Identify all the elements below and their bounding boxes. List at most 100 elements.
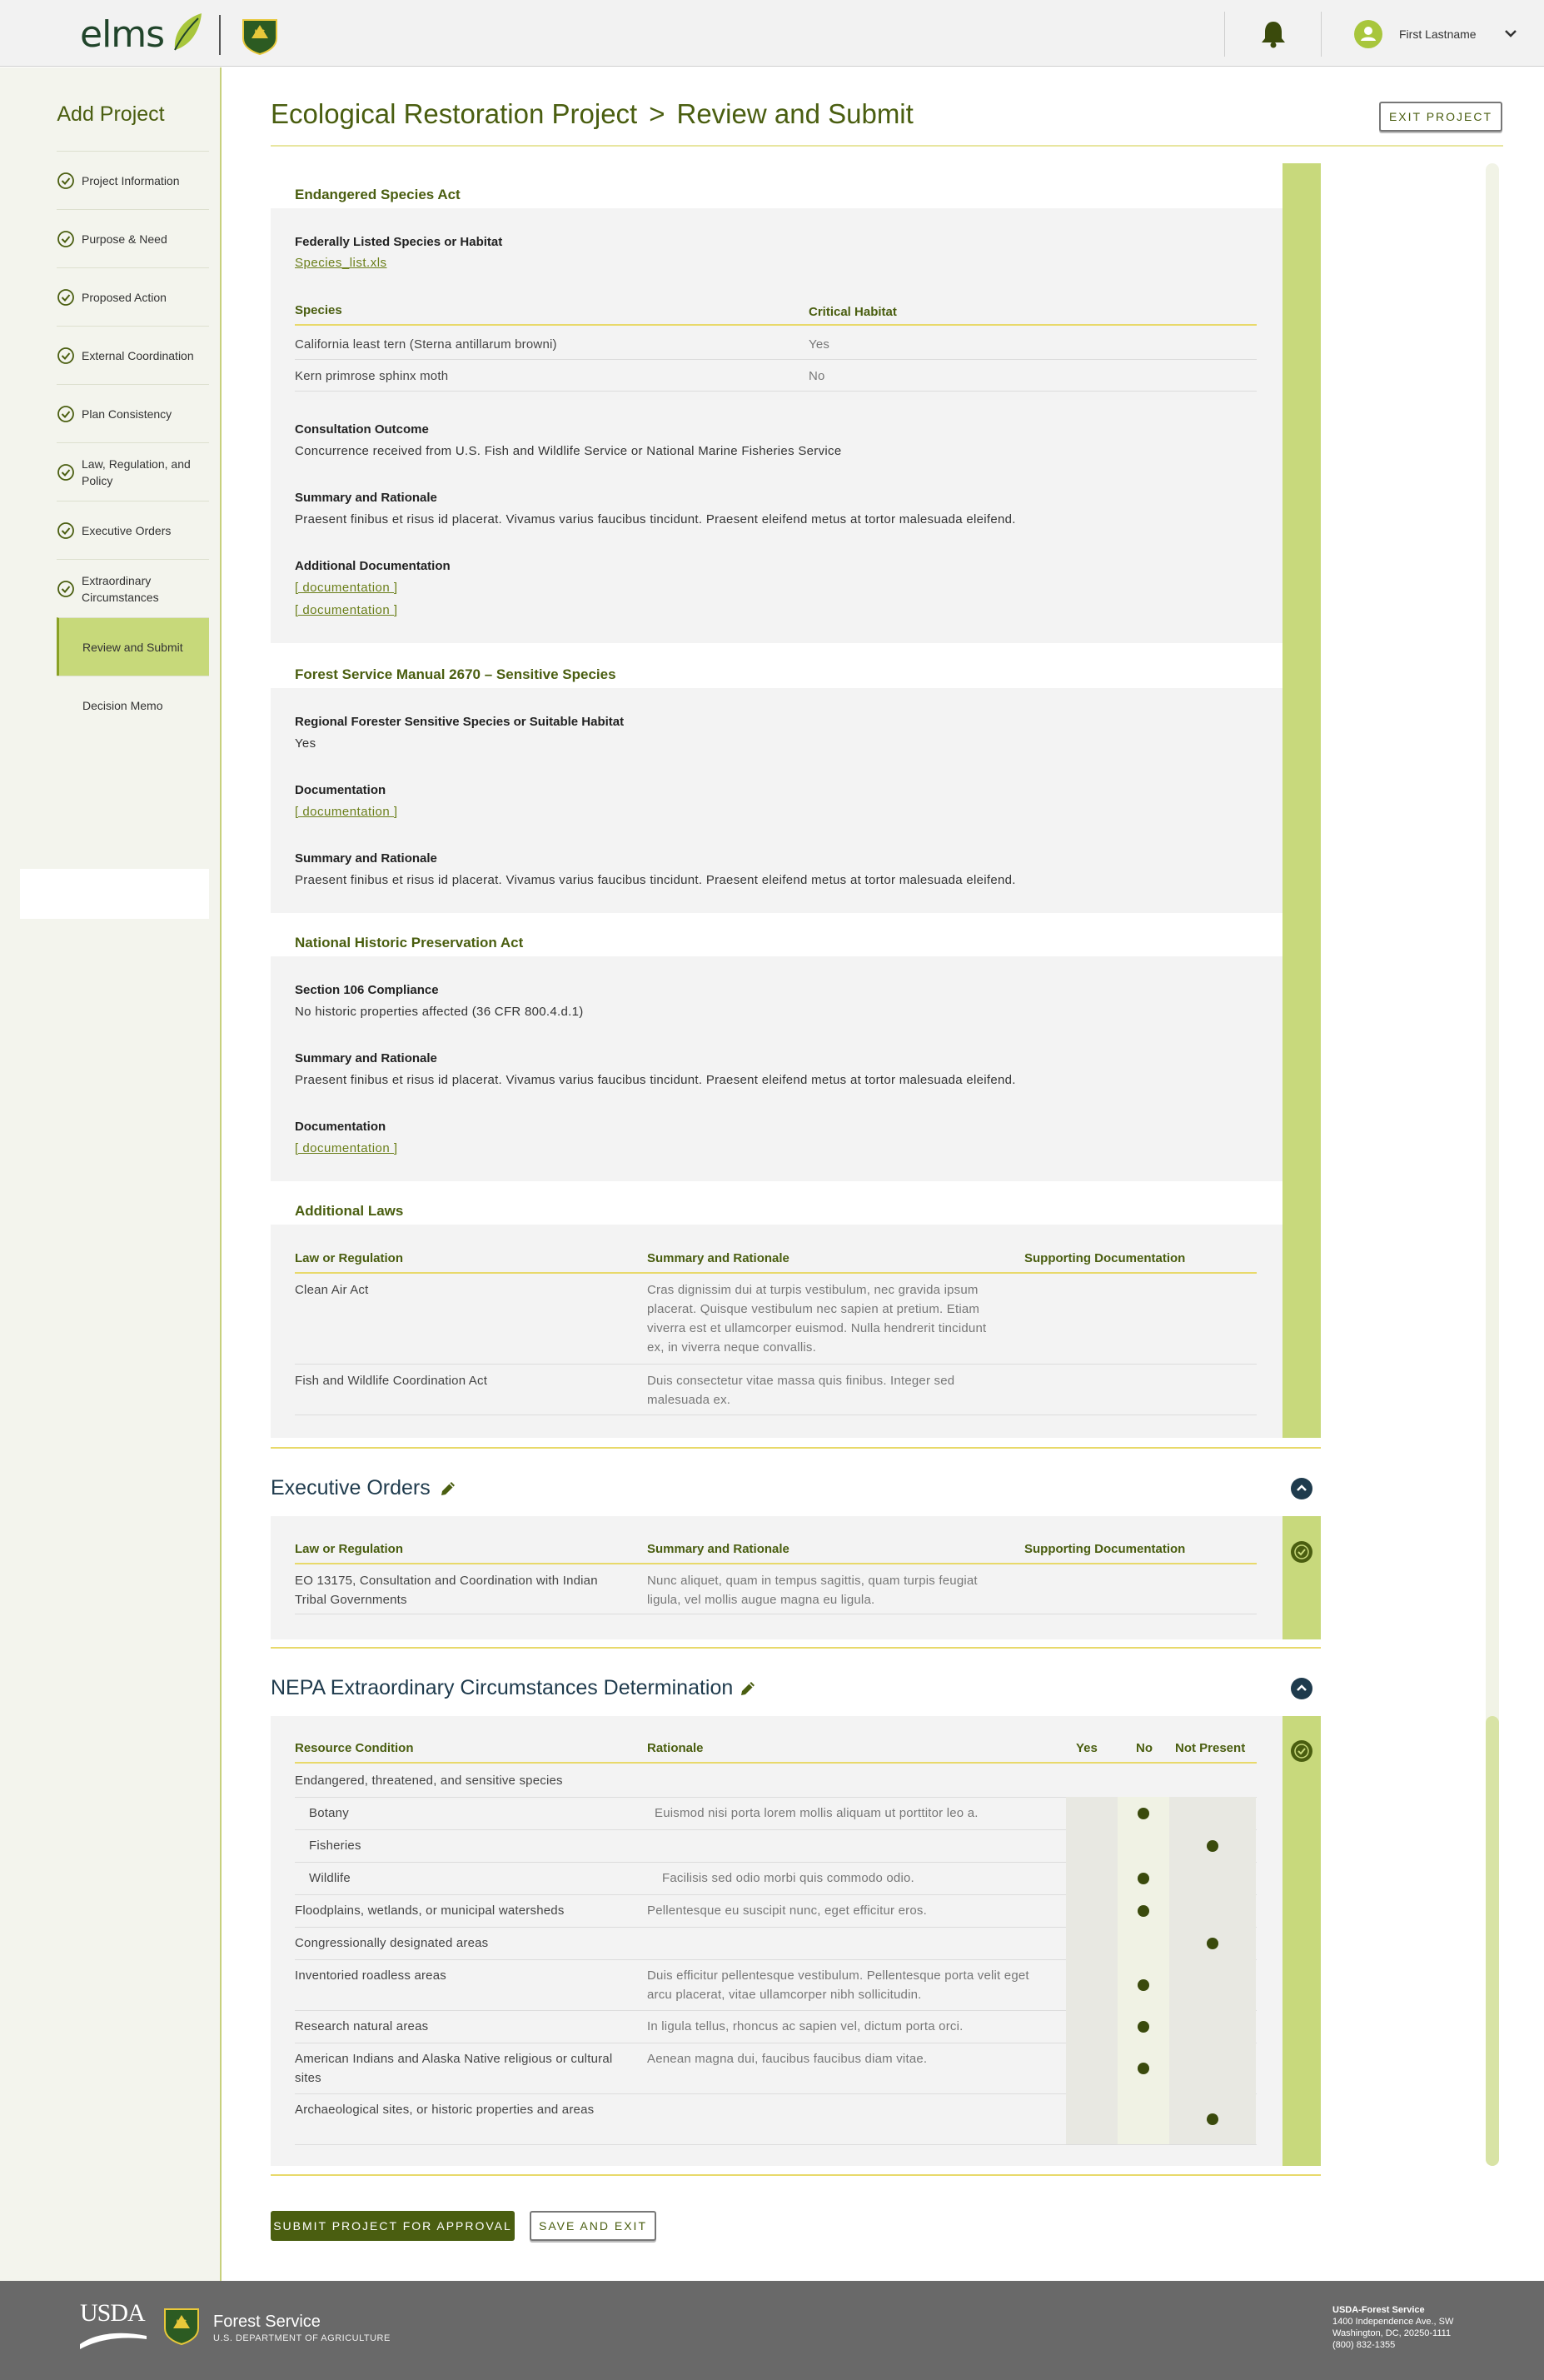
title-divider	[271, 145, 1503, 147]
agency-name: Forest Service	[213, 2313, 321, 2331]
forest-service-shield-icon: US	[164, 2308, 199, 2346]
footer: USDA US Forest Service U.S. DEPARTMENT O…	[0, 2281, 1544, 2380]
choice-cell-yes[interactable]	[1066, 2010, 1118, 2043]
fsm-summary-label: Summary and Rationale	[295, 851, 437, 866]
nepa-title: NEPA Extraordinary Circumstances Determi…	[271, 1676, 734, 1699]
section-divider	[271, 1647, 1321, 1649]
law-cell: EO 13175, Consultation and Coordination …	[295, 1574, 598, 1607]
address-phone: (800) 832-1355	[1332, 2340, 1396, 2350]
scrollbar-thumb[interactable]	[1486, 1716, 1499, 2166]
documentation-link[interactable]: [ documentation ]	[295, 805, 398, 819]
selected-choice-dot	[1138, 2020, 1149, 2033]
esa-summary-value: Praesent finibus et risus id placerat. V…	[295, 512, 1016, 526]
sidebar-item[interactable]: Review and Submit	[57, 617, 209, 676]
choice-cell-no[interactable]	[1118, 1927, 1169, 1959]
choice-cell-np[interactable]	[1169, 1862, 1256, 1894]
species-list-file-link[interactable]: Species_list.xls	[295, 256, 387, 270]
sidebar-item[interactable]: Purpose & Need	[57, 209, 209, 267]
fsm-heading: Forest Service Manual 2670 – Sensitive S…	[295, 666, 616, 682]
rationale-column-header: Rationale	[647, 1741, 704, 1755]
choice-cell-yes[interactable]	[1066, 2043, 1118, 2093]
critical-habitat-cell: Yes	[809, 337, 830, 352]
summary-column-header: Summary and Rationale	[647, 1542, 789, 1556]
documentation-link[interactable]: [ documentation ]	[295, 1141, 398, 1155]
choice-cell-np[interactable]	[1169, 1894, 1256, 1927]
summary-cell: Nunc aliquet, quam in tempus sagittis, q…	[647, 1574, 978, 1607]
agency-address: USDA-Forest Service 1400 Independence Av…	[1332, 2304, 1453, 2351]
choice-cell-yes[interactable]	[1066, 2093, 1118, 2144]
documentation-link[interactable]: [ documentation ]	[295, 581, 398, 595]
sidebar-item-label: Project Information	[82, 173, 180, 187]
choice-cell-yes[interactable]	[1066, 1797, 1118, 1829]
check-circle-icon	[57, 405, 74, 422]
notification-bell-icon[interactable]	[1260, 20, 1287, 48]
rationale-cell: Facilisis sed odio morbi quis commodo od…	[662, 1871, 914, 1885]
sidebar-item[interactable]: Proposed Action	[57, 267, 209, 326]
save-and-exit-button[interactable]: SAVE AND EXIT	[530, 2211, 656, 2241]
edit-pencil-icon[interactable]	[439, 1479, 457, 1498]
summary-cell: Duis consectetur vitae massa quis finibu…	[647, 1374, 955, 1407]
section-status-strip	[1283, 1716, 1321, 2166]
sidebar-item[interactable]: Executive Orders	[57, 501, 209, 559]
choice-cell-np[interactable]	[1169, 2010, 1256, 2043]
table-row-rule	[295, 2144, 1257, 2145]
yes-column-header: Yes	[1076, 1741, 1098, 1755]
sidebar-item[interactable]: External Coordination	[57, 326, 209, 384]
sidebar-item[interactable]: Project Information	[57, 151, 209, 209]
address-org: USDA-Forest Service	[1332, 2305, 1425, 2315]
choice-cell-no[interactable]	[1118, 1829, 1169, 1862]
table-header-rule	[295, 1563, 1257, 1564]
sidebar-item-label: Proposed Action	[82, 290, 167, 304]
chevron-up-icon	[1297, 1484, 1307, 1491]
resource-condition-cell: Botany	[309, 1806, 349, 1820]
collapse-section-button[interactable]	[1291, 1678, 1312, 1699]
choice-cell-yes[interactable]	[1066, 1829, 1118, 1862]
choice-cell-np[interactable]	[1169, 1959, 1256, 2010]
choice-cell-yes[interactable]	[1066, 1862, 1118, 1894]
collapse-section-button[interactable]	[1291, 1478, 1312, 1499]
resource-condition-cell: Floodplains, wetlands, or municipal wate…	[295, 1904, 565, 1918]
resource-condition-column-header: Resource Condition	[295, 1741, 414, 1755]
user-name[interactable]: First Lastname	[1399, 27, 1477, 41]
resource-condition-cell: Inventoried roadless areas	[295, 1968, 446, 1983]
check-circle-icon	[57, 463, 74, 481]
address-line: 1400 Independence Ave., SW	[1332, 2317, 1454, 2327]
resource-condition-cell: Fisheries	[309, 1839, 361, 1853]
selected-choice-dot	[1138, 1978, 1149, 1991]
documentation-link[interactable]: [ documentation ]	[295, 603, 398, 617]
sidebar-item[interactable]: Law, Regulation, and Policy	[57, 442, 209, 501]
forest-service-shield-icon: US	[242, 19, 277, 55]
choice-cell-np[interactable]	[1169, 2043, 1256, 2093]
sidebar-title: Add Project	[57, 102, 165, 126]
page-title: Ecological Restoration Project > Review an…	[271, 98, 914, 130]
check-circle-icon	[57, 521, 74, 539]
submit-project-button[interactable]: SUBMIT PROJECT FOR APPROVAL	[271, 2211, 515, 2241]
species-column-header: Species	[295, 303, 342, 317]
svg-text:US: US	[255, 28, 266, 37]
nhpa-summary-label: Summary and Rationale	[295, 1051, 437, 1065]
rationale-cell: Duis efficitur pellentesque vestibulum. …	[647, 1968, 1029, 2002]
complete-check-icon	[1291, 1541, 1312, 1563]
selected-choice-dot	[1207, 1937, 1218, 1949]
table-row-rule	[295, 359, 1257, 360]
user-avatar[interactable]	[1354, 20, 1382, 48]
sidebar-item[interactable]: Decision Memo	[57, 676, 209, 734]
department-name: U.S. DEPARTMENT OF AGRICULTURE	[213, 2333, 391, 2343]
address-line: Washington, DC, 20250-1111	[1332, 2328, 1452, 2338]
choice-cell-np[interactable]	[1169, 1797, 1256, 1829]
law-column-header: Law or Regulation	[295, 1542, 404, 1556]
choice-cell-yes[interactable]	[1066, 1927, 1118, 1959]
choice-cell-no[interactable]	[1118, 2093, 1169, 2144]
chevron-down-icon[interactable]	[1504, 28, 1517, 38]
sidebar-item[interactable]: Plan Consistency	[57, 384, 209, 442]
check-circle-icon	[57, 288, 74, 306]
check-circle-icon	[57, 347, 74, 364]
elms-logo[interactable]: elms	[80, 13, 165, 56]
choice-cell-yes[interactable]	[1066, 1959, 1118, 2010]
choice-cell-yes[interactable]	[1066, 1894, 1118, 1927]
sidebar-item[interactable]: Extraordinary Circumstances	[57, 559, 209, 617]
exit-project-button[interactable]: EXIT PROJECT	[1379, 102, 1502, 132]
edit-pencil-icon[interactable]	[739, 1679, 757, 1698]
sidebar-item-label: Plan Consistency	[82, 407, 172, 421]
rationale-cell: Euismod nisi porta lorem mollis aliquam …	[655, 1806, 979, 1820]
